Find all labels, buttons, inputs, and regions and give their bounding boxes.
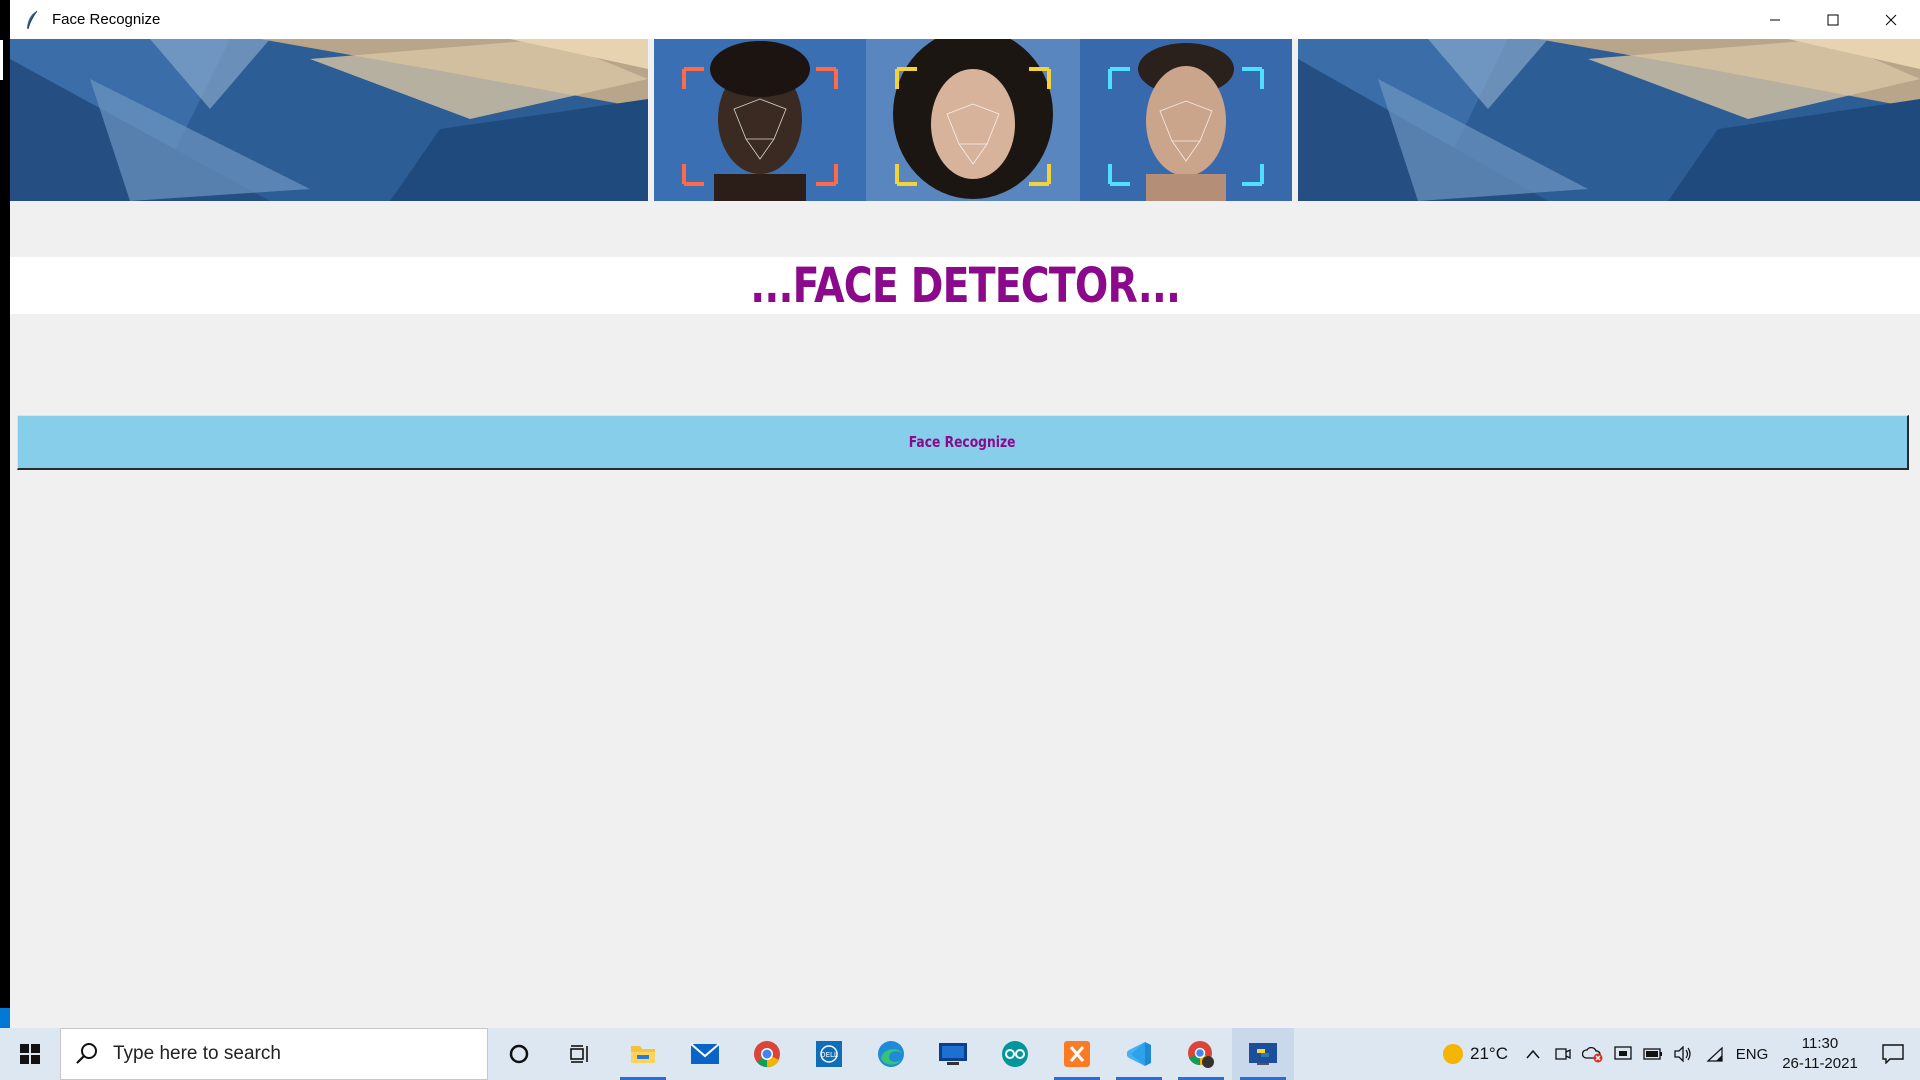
chevron-up-icon[interactable] [1518, 1028, 1548, 1080]
wifi-icon[interactable] [1698, 1028, 1730, 1080]
clock-date: 26-11-2021 [1782, 1055, 1858, 1072]
window-title: Face Recognize [52, 11, 161, 28]
cortana-icon[interactable] [488, 1028, 550, 1080]
feather-icon [22, 10, 42, 30]
taskbar-search-box[interactable]: Type here to search [60, 1028, 488, 1080]
file-explorer-icon[interactable] [612, 1028, 674, 1080]
edge-icon[interactable] [860, 1028, 922, 1080]
sun-icon [1443, 1044, 1464, 1064]
start-button[interactable] [0, 1028, 60, 1080]
vscode-icon[interactable] [1108, 1028, 1170, 1080]
banner [10, 39, 1920, 201]
minimize-button[interactable] [1746, 0, 1804, 39]
mail-icon[interactable] [674, 1028, 736, 1080]
language-indicator[interactable]: ENG [1730, 1028, 1774, 1080]
close-button[interactable] [1862, 0, 1920, 39]
chrome-profile-icon[interactable] [1170, 1028, 1232, 1080]
dell-icon[interactable]: DELL [798, 1028, 860, 1080]
app-window: Face Recognize ...FACE DETECTOR... Face … [0, 0, 1920, 1028]
heading-bar: ...FACE DETECTOR... [10, 257, 1920, 314]
search-placeholder: Type here to search [113, 1043, 281, 1064]
weather-widget[interactable]: 21°C [1432, 1028, 1518, 1080]
system-tray: 21°C ENG 11:30 26-11-2021 [1432, 1028, 1920, 1080]
page-title: ...FACE DETECTOR... [750, 257, 1181, 314]
face-recognize-button[interactable]: Face Recognize [17, 415, 1909, 470]
window-edge-accent [0, 1008, 10, 1028]
window-left-edge [0, 0, 10, 1028]
task-view-icon[interactable] [550, 1028, 612, 1080]
clock-time: 11:30 [1801, 1035, 1839, 1052]
battery-icon[interactable] [1638, 1028, 1668, 1080]
face-recognize-button-label: Face Recognize [909, 433, 1016, 451]
window-controls [1746, 0, 1920, 39]
banner-faces-image [654, 39, 1292, 201]
chrome-icon[interactable] [736, 1028, 798, 1080]
search-icon [76, 1043, 97, 1064]
python-icon[interactable] [1232, 1028, 1294, 1080]
clock[interactable]: 11:30 26-11-2021 [1774, 1028, 1866, 1080]
taskbar: Type here to search DELL 21°C ENG 11:30 … [0, 1028, 1920, 1080]
title-bar[interactable]: Face Recognize [10, 0, 1920, 39]
temperature: 21°C [1470, 1044, 1508, 1063]
window-edge-marker [0, 40, 3, 80]
notification-center-icon[interactable] [1866, 1028, 1920, 1080]
security-icon[interactable] [1608, 1028, 1638, 1080]
meet-now-icon[interactable] [1548, 1028, 1578, 1080]
xampp-icon[interactable] [1046, 1028, 1108, 1080]
maximize-button[interactable] [1804, 0, 1862, 39]
arduino-icon[interactable] [984, 1028, 1046, 1080]
volume-icon[interactable] [1668, 1028, 1698, 1080]
cloud-error-icon[interactable] [1578, 1028, 1608, 1080]
vm-icon[interactable] [922, 1028, 984, 1080]
windows-icon [20, 1044, 40, 1064]
svg-text:DELL: DELL [820, 1051, 838, 1059]
banner-abstract-image-right [1298, 39, 1920, 201]
banner-abstract-image-left [10, 39, 648, 201]
language-text: ENG [1735, 1045, 1769, 1063]
